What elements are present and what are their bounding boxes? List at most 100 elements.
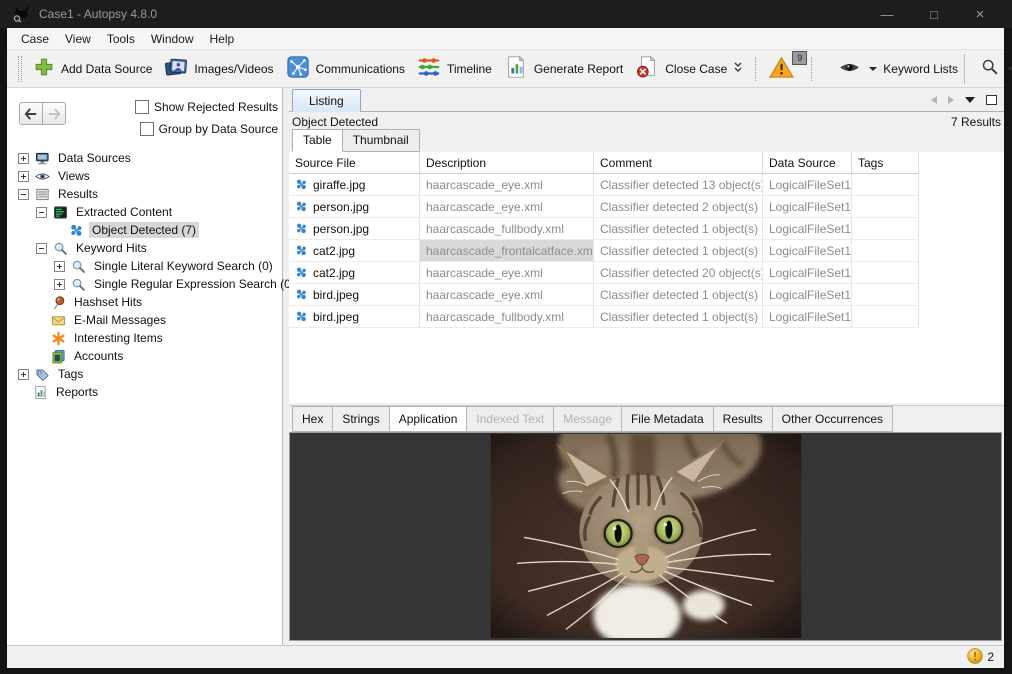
background-tasks-indicator[interactable]: 2 [967, 648, 994, 666]
images-videos-button[interactable]: Images/Videos [158, 52, 279, 85]
tab-results[interactable]: Results [713, 406, 773, 432]
tab-list-dropdown-icon[interactable] [965, 97, 975, 103]
tree-item-interesting-items[interactable]: Interesting Items [7, 329, 283, 347]
tree-item-hashset-hits[interactable]: Hashset Hits [7, 293, 283, 311]
tree-item-keyword-hits[interactable]: Keyword Hits [7, 239, 283, 257]
tree-item-label: Tags [55, 366, 86, 382]
data-source-cell: LogicalFileSet1 [763, 196, 852, 218]
notifications-warning-button[interactable]: 9 [762, 54, 805, 84]
table-row[interactable]: person.jpg haarcascade_eye.xml Classifie… [289, 196, 919, 218]
toolbar-drag-handle[interactable] [755, 57, 756, 81]
object-detected-icon [295, 244, 308, 257]
keyword-search-button[interactable]: Keyword Search [975, 55, 1012, 82]
tree-item-label: Interesting Items [71, 330, 166, 346]
collapse-toggle-icon[interactable] [36, 207, 47, 218]
close-case-icon [635, 55, 659, 82]
table-row[interactable]: cat2.jpg haarcascade_eye.xml Classifier … [289, 262, 919, 284]
tab-application[interactable]: Application [389, 406, 468, 432]
data-source-cell: LogicalFileSet1 [763, 174, 852, 196]
expand-toggle-icon[interactable] [18, 153, 29, 164]
tab-controls [931, 95, 997, 105]
menu-item-window[interactable]: Window [143, 30, 202, 48]
column-header-data-source[interactable]: Data Source [763, 152, 852, 174]
toolbar-drag-handle[interactable] [811, 57, 812, 81]
tab-strings[interactable]: Strings [332, 406, 389, 432]
table-row[interactable]: bird.jpeg haarcascade_fullbody.xml Class… [289, 306, 919, 328]
result-count: 7 Results [951, 113, 1001, 130]
tree-item-email-messages[interactable]: E-Mail Messages [7, 311, 283, 329]
show-rejected-results-checkbox[interactable]: Show Rejected Results [135, 100, 278, 114]
expand-toggle-icon[interactable] [18, 171, 29, 182]
minimize-button[interactable]: — [867, 0, 907, 28]
expand-toggle-icon[interactable] [54, 261, 65, 272]
tab-table[interactable]: Table [292, 129, 343, 152]
tree-item-reports[interactable]: Reports [7, 383, 283, 401]
table-row-selected[interactable]: cat2.jpg haarcascade_frontalcatface.xml … [289, 240, 919, 262]
close-button[interactable]: × [960, 0, 1000, 28]
toggle-spacer [36, 352, 45, 361]
expand-toggle-icon[interactable] [18, 369, 29, 380]
toggle-spacer [36, 316, 45, 325]
source-file-cell: person.jpg [289, 196, 420, 218]
column-header-source-file[interactable]: Source File [289, 152, 420, 174]
tree-item-accounts[interactable]: Accounts [7, 347, 283, 365]
description-cell: haarcascade_eye.xml [420, 284, 594, 306]
column-header-tags[interactable]: Tags [852, 152, 919, 174]
data-source-cell: LogicalFileSet1 [763, 262, 852, 284]
add-data-source-button[interactable]: Add Data Source [27, 53, 158, 84]
tree-item-single-literal-keyword-search[interactable]: Single Literal Keyword Search (0) [7, 257, 283, 275]
toolbar-drag-handle[interactable] [18, 56, 22, 82]
tags-cell [852, 218, 919, 240]
tab-file-metadata[interactable]: File Metadata [621, 406, 714, 432]
menu-item-tools[interactable]: Tools [99, 30, 143, 48]
menu-item-help[interactable]: Help [202, 30, 243, 48]
table-row[interactable]: bird.jpeg haarcascade_eye.xml Classifier… [289, 284, 919, 306]
forward-button[interactable] [42, 102, 66, 125]
timeline-button[interactable]: Timeline [411, 52, 498, 85]
tree-item-object-detected[interactable]: Object Detected (7) [7, 221, 283, 239]
tags-cell [852, 306, 919, 328]
menu-item-view[interactable]: View [57, 30, 99, 48]
column-header-description[interactable]: Description [420, 152, 594, 174]
tab-listing[interactable]: Listing [292, 89, 361, 112]
add-data-source-icon [33, 56, 55, 81]
tab-other-occurrences[interactable]: Other Occurrences [772, 406, 893, 432]
menu-item-case[interactable]: Case [13, 30, 57, 48]
table-row[interactable]: giraffe.jpg haarcascade_eye.xml Classifi… [289, 174, 919, 196]
tab-hex[interactable]: Hex [292, 406, 333, 432]
tree-item-results[interactable]: Results [7, 185, 283, 203]
tree-item-label: Views [55, 168, 93, 184]
communications-button[interactable]: Communications [280, 52, 411, 85]
keyword-lists-button[interactable]: Keyword Lists [832, 57, 964, 81]
communications-icon [286, 55, 310, 82]
tree-item-extracted-content[interactable]: Extracted Content [7, 203, 283, 221]
tree-item-label: Object Detected (7) [89, 222, 199, 238]
generate-report-button[interactable]: Generate Report [498, 52, 629, 85]
maximize-pane-icon[interactable] [986, 95, 997, 105]
table-row[interactable]: person.jpg haarcascade_fullbody.xml Clas… [289, 218, 919, 240]
scroll-tabs-left-icon[interactable] [931, 96, 937, 104]
description-cell: haarcascade_eye.xml [420, 262, 594, 284]
tree-item-tags[interactable]: Tags [7, 365, 283, 383]
close-case-button[interactable]: Close Case [629, 52, 749, 85]
tree-item-single-regular-expression-search[interactable]: Single Regular Expression Search (0) [7, 275, 283, 293]
source-file-name: bird.jpeg [313, 310, 359, 324]
progress-ball-icon [967, 648, 983, 667]
tab-thumbnail[interactable]: Thumbnail [342, 129, 420, 152]
tree-item-label: Keyword Hits [73, 240, 150, 256]
description-cell-selected[interactable]: haarcascade_frontalcatface.xml [420, 240, 594, 262]
expand-toggle-icon[interactable] [54, 279, 65, 290]
tree-item-views[interactable]: Views [7, 167, 283, 185]
back-button[interactable] [19, 102, 42, 125]
maximize-button[interactable]: □ [914, 0, 954, 28]
scroll-tabs-right-icon[interactable] [948, 96, 954, 104]
tree-item-data-sources[interactable]: Data Sources [7, 149, 283, 167]
tags-cell [852, 174, 919, 196]
collapse-toggle-icon[interactable] [36, 243, 47, 254]
checkbox-label: Group by Data Source [159, 122, 278, 136]
column-header-comment[interactable]: Comment [594, 152, 763, 174]
group-by-data-source-checkbox[interactable]: Group by Data Source [140, 122, 278, 136]
generate-report-label: Generate Report [534, 62, 623, 76]
collapse-toggle-icon[interactable] [18, 189, 29, 200]
object-detected-icon [295, 178, 308, 191]
